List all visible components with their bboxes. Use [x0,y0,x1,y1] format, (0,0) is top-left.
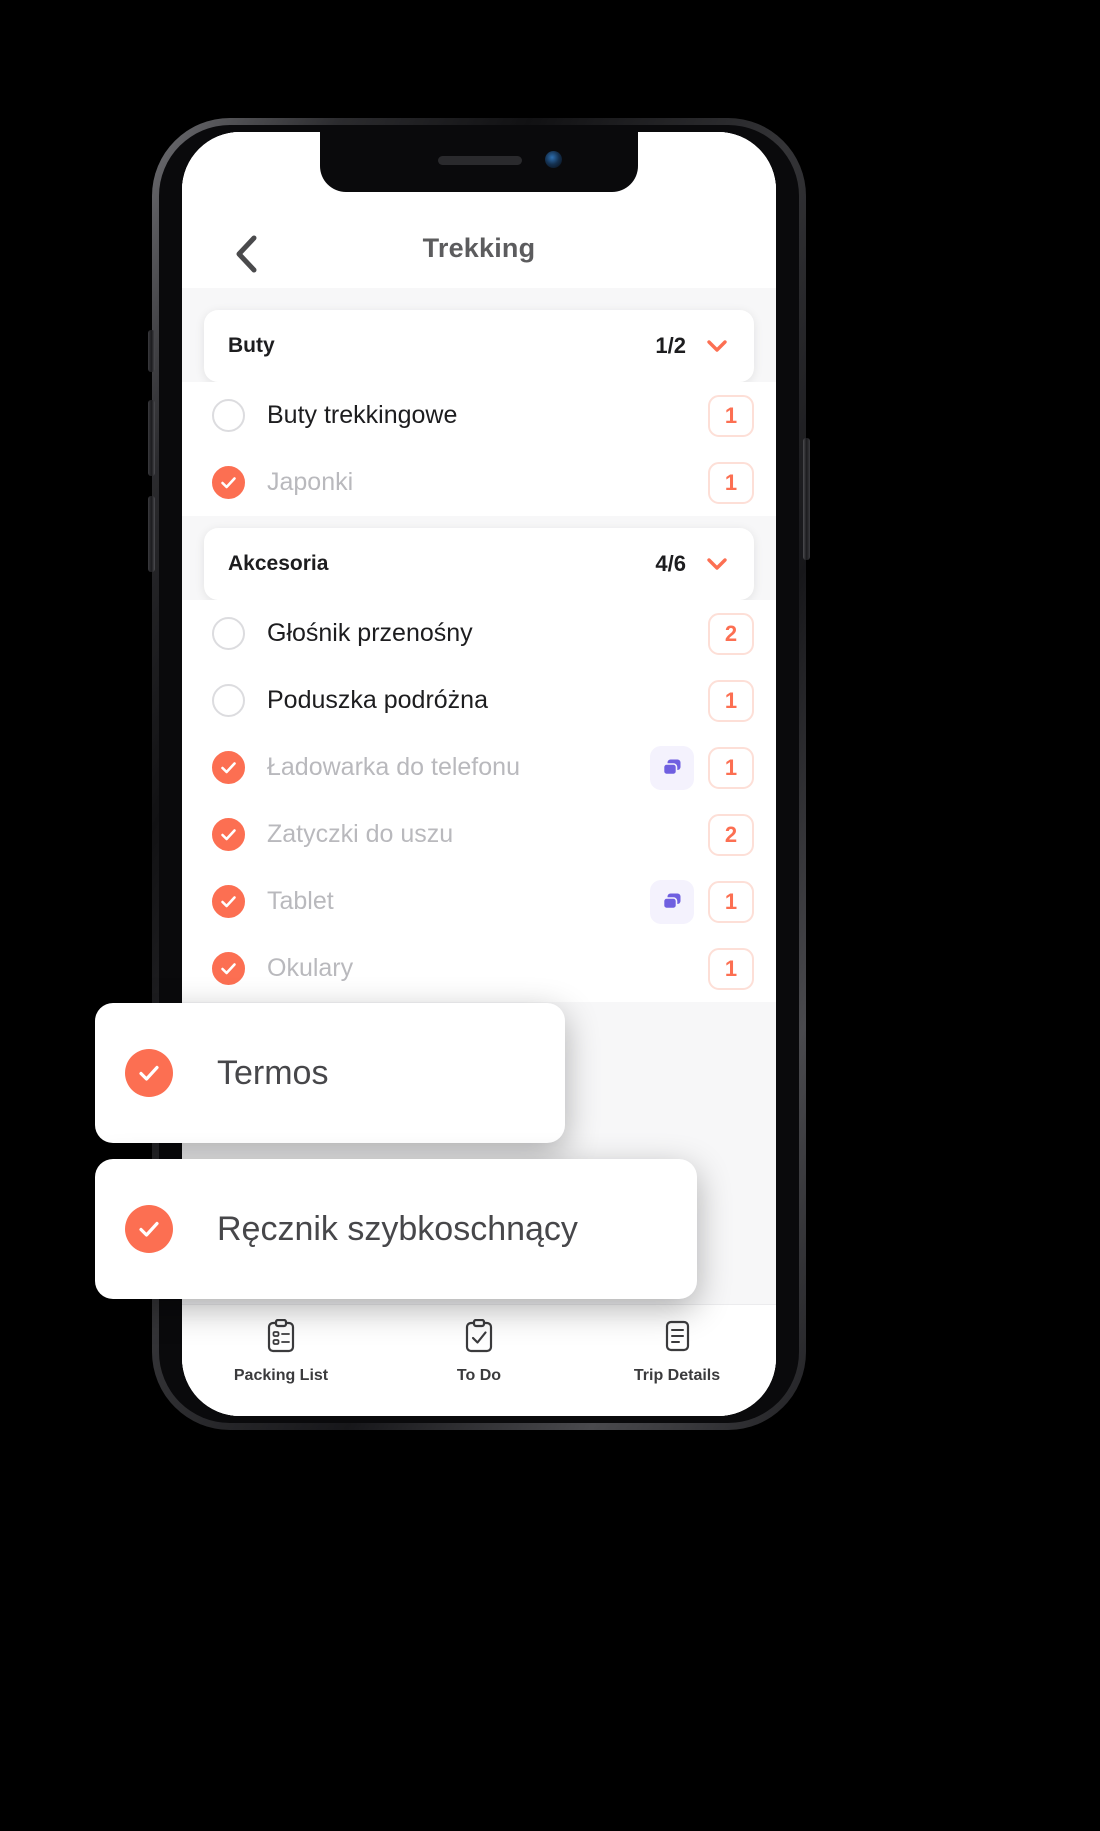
item-quantity-badge[interactable]: 1 [708,394,754,437]
group-progress-count: 1/2 [655,333,686,358]
item-checkbox[interactable] [212,818,245,851]
group-title: Buty [228,334,275,357]
document-lines-icon [662,1319,692,1358]
item-quantity-badge[interactable]: 1 [708,746,754,789]
list-item[interactable]: Głośnik przenośny 2 [182,600,776,667]
chevron-down-icon[interactable] [704,333,730,359]
phone-volume-up-button [148,400,155,476]
back-button[interactable] [224,232,268,276]
tab-label: To Do [456,1367,502,1384]
item-label: Termos [217,1053,329,1092]
screenshot-stage: Trekking Buty 1/2 Buty trekkingowe 1 Jap… [0,0,1100,1831]
earpiece-speaker [438,156,522,165]
item-label: Poduszka podróżna [267,686,488,714]
floating-item-card-recznik[interactable]: Ręcznik szybkoschnący [95,1159,697,1299]
item-quantity-badge[interactable]: 1 [708,880,754,923]
item-label: Okulary [267,954,354,982]
phone-notch [320,132,638,192]
item-quantity-badge[interactable]: 1 [708,679,754,722]
bottom-tab-bar: Packing List To Do Trip Details [182,1304,776,1416]
group-progress-count: 4/6 [655,551,686,576]
tab-label: Trip Details [633,1367,721,1384]
item-checkbox[interactable] [125,1049,173,1097]
item-checkbox[interactable] [212,399,245,432]
item-label: Japonki [267,468,354,496]
phone-volume-down-button [148,496,155,572]
list-item[interactable]: Poduszka podróżna 1 [182,667,776,734]
group-items-akcesoria: Głośnik przenośny 2 Poduszka podróżna 1 [182,600,776,1002]
group-title: Akcesoria [228,552,329,575]
clipboard-check-icon [464,1318,494,1358]
item-label: Buty trekkingowe [267,401,458,429]
item-quantity-badge[interactable]: 2 [708,813,754,856]
item-quantity-badge[interactable]: 1 [708,947,754,990]
item-checkbox[interactable] [125,1205,173,1253]
phone-mute-switch [148,330,155,372]
item-checkbox[interactable] [212,617,245,650]
list-item[interactable]: Buty trekkingowe 1 [182,382,776,449]
item-checkbox[interactable] [212,684,245,717]
item-label: Ładowarka do telefonu [267,753,520,781]
item-checkbox[interactable] [212,952,245,985]
item-checkbox[interactable] [212,466,245,499]
item-label: Ręcznik szybkoschnący [217,1209,578,1248]
chevron-down-icon[interactable] [704,551,730,577]
group-header-akcesoria[interactable]: Akcesoria 4/6 [204,528,754,600]
item-checkbox[interactable] [212,885,245,918]
floating-item-card-termos[interactable]: Termos [95,1003,565,1143]
front-camera-icon [545,151,562,168]
packing-list-scroll-area[interactable]: Buty 1/2 Buty trekkingowe 1 Japonki 1 Ak… [182,288,776,1304]
tab-trip-details[interactable]: Trip Details [578,1319,776,1385]
tab-packing-list[interactable]: Packing List [182,1318,380,1385]
note-icon[interactable] [650,745,694,790]
page-title: Trekking [422,233,536,263]
clipboard-list-icon [266,1318,296,1358]
item-label: Zatyczki do uszu [267,820,454,848]
group-header-buty[interactable]: Buty 1/2 [204,310,754,382]
list-item[interactable]: Okulary 1 [182,935,776,1002]
tab-to-do[interactable]: To Do [380,1318,578,1385]
chevron-left-icon [233,234,259,274]
list-item[interactable]: Ładowarka do telefonu 1 [182,734,776,801]
tab-label: Packing List [233,1367,329,1384]
group-items-buty: Buty trekkingowe 1 Japonki 1 [182,382,776,516]
list-item[interactable]: Japonki 1 [182,449,776,516]
item-label: Tablet [267,887,334,915]
item-quantity-badge[interactable]: 2 [708,612,754,655]
list-item[interactable]: Tablet 1 [182,868,776,935]
item-checkbox[interactable] [212,751,245,784]
item-label: Głośnik przenośny [267,619,473,647]
list-item[interactable]: Zatyczki do uszu 2 [182,801,776,868]
note-icon[interactable] [650,879,694,924]
item-quantity-badge[interactable]: 1 [708,461,754,504]
phone-power-button [803,438,810,560]
